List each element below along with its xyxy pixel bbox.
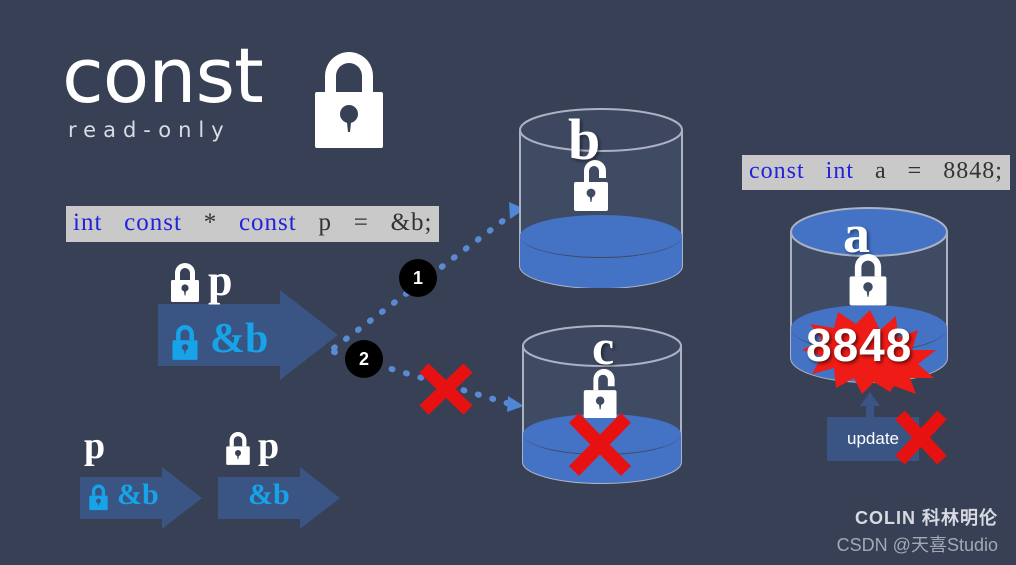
slide-canvas: const read-only int const * const p = &b…: [0, 0, 1016, 565]
watermark-author: CSDN @天喜Studio: [836, 535, 998, 555]
open-padlock-icon: [574, 160, 608, 211]
watermark-brand: COLIN 科林明伦: [855, 508, 998, 528]
step-number: 1: [412, 267, 423, 288]
closed-padlock-icon: [849, 254, 887, 306]
red-x-icon: [419, 364, 473, 415]
step-circle-2[interactable]: 2: [345, 340, 383, 378]
step-number: 2: [358, 348, 369, 369]
update-label: update: [847, 429, 899, 448]
watermark: COLIN 科林明伦 CSDN @天喜Studio: [837, 504, 998, 557]
cylinder-a-value: 8848: [806, 319, 913, 371]
red-x-icon: [569, 413, 631, 476]
step-circle-1[interactable]: 1: [399, 259, 437, 297]
red-x-icon: [895, 410, 947, 465]
